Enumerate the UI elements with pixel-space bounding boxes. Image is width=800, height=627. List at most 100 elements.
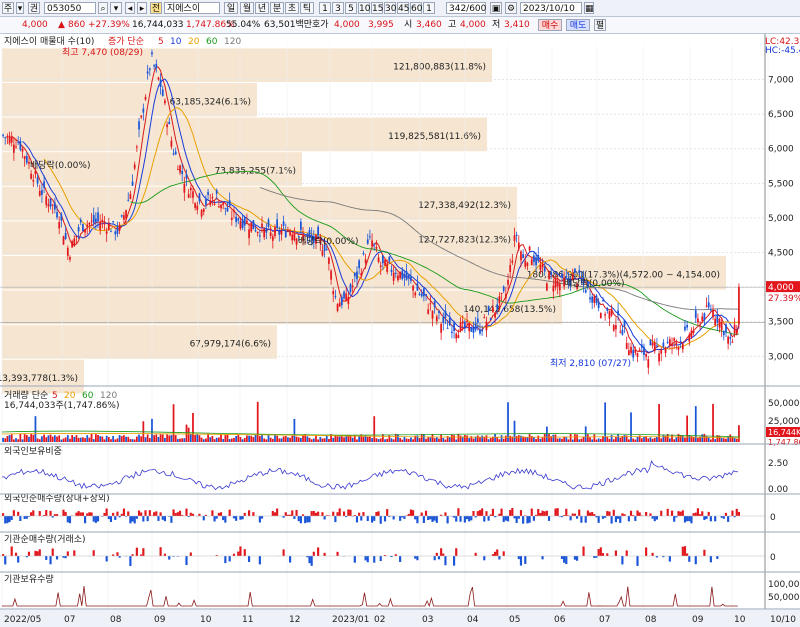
btn-jeon[interactable]: 전 — [150, 2, 162, 14]
minute-button-2[interactable]: 5 — [345, 2, 357, 14]
code-dropdown-icon[interactable]: ▾ — [110, 2, 122, 14]
foreign-net-bar — [68, 516, 72, 524]
foreign-net-bar — [578, 509, 581, 516]
volume-bar — [258, 436, 261, 442]
candle-body — [343, 291, 345, 299]
config-icon[interactable]: ⚙ — [505, 2, 517, 14]
foreign-net-bar — [92, 516, 95, 522]
candle-body — [729, 337, 732, 339]
candle-body — [271, 236, 274, 241]
volume-bar — [263, 438, 266, 442]
volume-bar — [604, 402, 607, 442]
sell-button[interactable]: 매도 — [566, 19, 590, 31]
candle-body — [366, 239, 369, 244]
minute-button-0[interactable]: 1 — [319, 2, 331, 14]
candle-body — [267, 219, 270, 227]
candle-body — [599, 312, 602, 319]
candle-body — [541, 264, 544, 268]
minute-button-1[interactable]: 3 — [332, 2, 344, 14]
minute-button-5[interactable]: 30 — [384, 2, 396, 14]
candle-body — [558, 283, 561, 291]
volume-bar — [282, 436, 285, 442]
period-button-0[interactable]: 월 — [240, 2, 254, 14]
minute-button-6[interactable]: 45 — [397, 2, 409, 14]
stock-chart[interactable]: 121,800,883(11.8%) 63,185,324(6.1%) 119,82… — [0, 34, 800, 627]
bar-count[interactable]: 342/600 — [446, 2, 486, 14]
candle-body — [513, 235, 516, 241]
minute-button-3[interactable]: 10 — [358, 2, 370, 14]
inst-net-bar — [135, 547, 138, 556]
inst-net-bar — [14, 552, 18, 556]
volume-bar — [589, 437, 591, 442]
volume-bar — [302, 435, 304, 442]
stock-code-input[interactable]: 053050 — [44, 2, 96, 14]
candle-body — [263, 228, 266, 238]
volume-profile-label: 121,800,883(11.8%) — [393, 63, 486, 73]
volume-bar — [466, 435, 468, 442]
foreign-net-bar — [485, 511, 488, 516]
candle-body — [606, 307, 609, 311]
price-tick-label: 3,000 — [768, 352, 794, 362]
mode-main-button[interactable]: 주 — [2, 2, 14, 14]
foreign-net-bar — [295, 509, 298, 516]
expand-button[interactable]: 펼 — [594, 19, 606, 31]
minute-button-8[interactable]: 1 — [423, 2, 435, 14]
calendar-icon[interactable]: ▦ — [584, 2, 594, 14]
volume-bar — [537, 435, 540, 442]
candle-body — [317, 226, 320, 236]
foreign-net-bar — [666, 508, 669, 516]
period-button-4[interactable]: 틱 — [300, 2, 314, 14]
foreign-net-bar — [610, 516, 613, 524]
candle-body — [265, 228, 268, 233]
volume-bar — [211, 436, 214, 442]
search-icon[interactable]: ⌕ — [98, 2, 108, 14]
foreign-net-bar — [591, 512, 594, 516]
volume-bar — [386, 438, 389, 442]
volume-bar — [105, 435, 108, 442]
volume-bar — [433, 438, 436, 442]
mode-dropdown-icon[interactable]: ▾ — [16, 2, 24, 14]
foreign-net-bar — [355, 516, 359, 523]
next-icon[interactable]: ▸ — [137, 2, 147, 14]
prev-icon[interactable]: ◂ — [125, 2, 135, 14]
foreign-net-bar — [679, 511, 682, 516]
foreign-net-bar — [651, 516, 654, 519]
volume-bar — [269, 437, 272, 442]
minute-button-7[interactable]: 60 — [410, 2, 422, 14]
minute-button-4[interactable]: 15 — [371, 2, 383, 14]
candle-body — [82, 224, 84, 231]
date-input[interactable]: 2023/10/10 — [520, 2, 582, 14]
inst-net-bar — [232, 553, 236, 556]
foreign-net-bar — [55, 514, 59, 516]
candle-body — [170, 140, 173, 147]
foreign-net-bar — [304, 516, 307, 524]
period-button-3[interactable]: 초 — [285, 2, 299, 14]
period-button-2[interactable]: 분 — [270, 2, 284, 14]
candle-body — [494, 312, 496, 318]
buy-button[interactable]: 매수 — [538, 19, 562, 31]
foreign-net-bar — [178, 510, 182, 516]
candle-body — [217, 206, 220, 208]
volume-bar — [569, 433, 572, 442]
candle-body — [373, 243, 376, 245]
mode-sub-button[interactable]: 권 — [28, 2, 40, 14]
low-value: 3,410 — [504, 20, 530, 30]
volume-bar — [340, 436, 343, 442]
period-day-button[interactable]: 일 — [224, 2, 238, 14]
volume-bar — [371, 438, 373, 442]
foreign-net-bar — [392, 516, 395, 520]
volume-bar — [144, 437, 147, 442]
candle-body — [164, 100, 166, 104]
foreign-net-bar — [653, 516, 656, 522]
settings-icon[interactable]: ▣ — [490, 2, 502, 14]
period-button-1[interactable]: 년 — [255, 2, 269, 14]
candle-body — [694, 310, 697, 319]
foreign-net-bar — [347, 509, 350, 516]
foreign-net-bar — [224, 516, 227, 523]
inst-hold-tick: 100,000 — [768, 580, 800, 590]
candle-body — [77, 226, 80, 232]
volume-bar — [274, 434, 276, 442]
candle-body — [166, 124, 168, 128]
candle-body — [539, 265, 542, 271]
foreign-net-bar — [513, 516, 516, 519]
